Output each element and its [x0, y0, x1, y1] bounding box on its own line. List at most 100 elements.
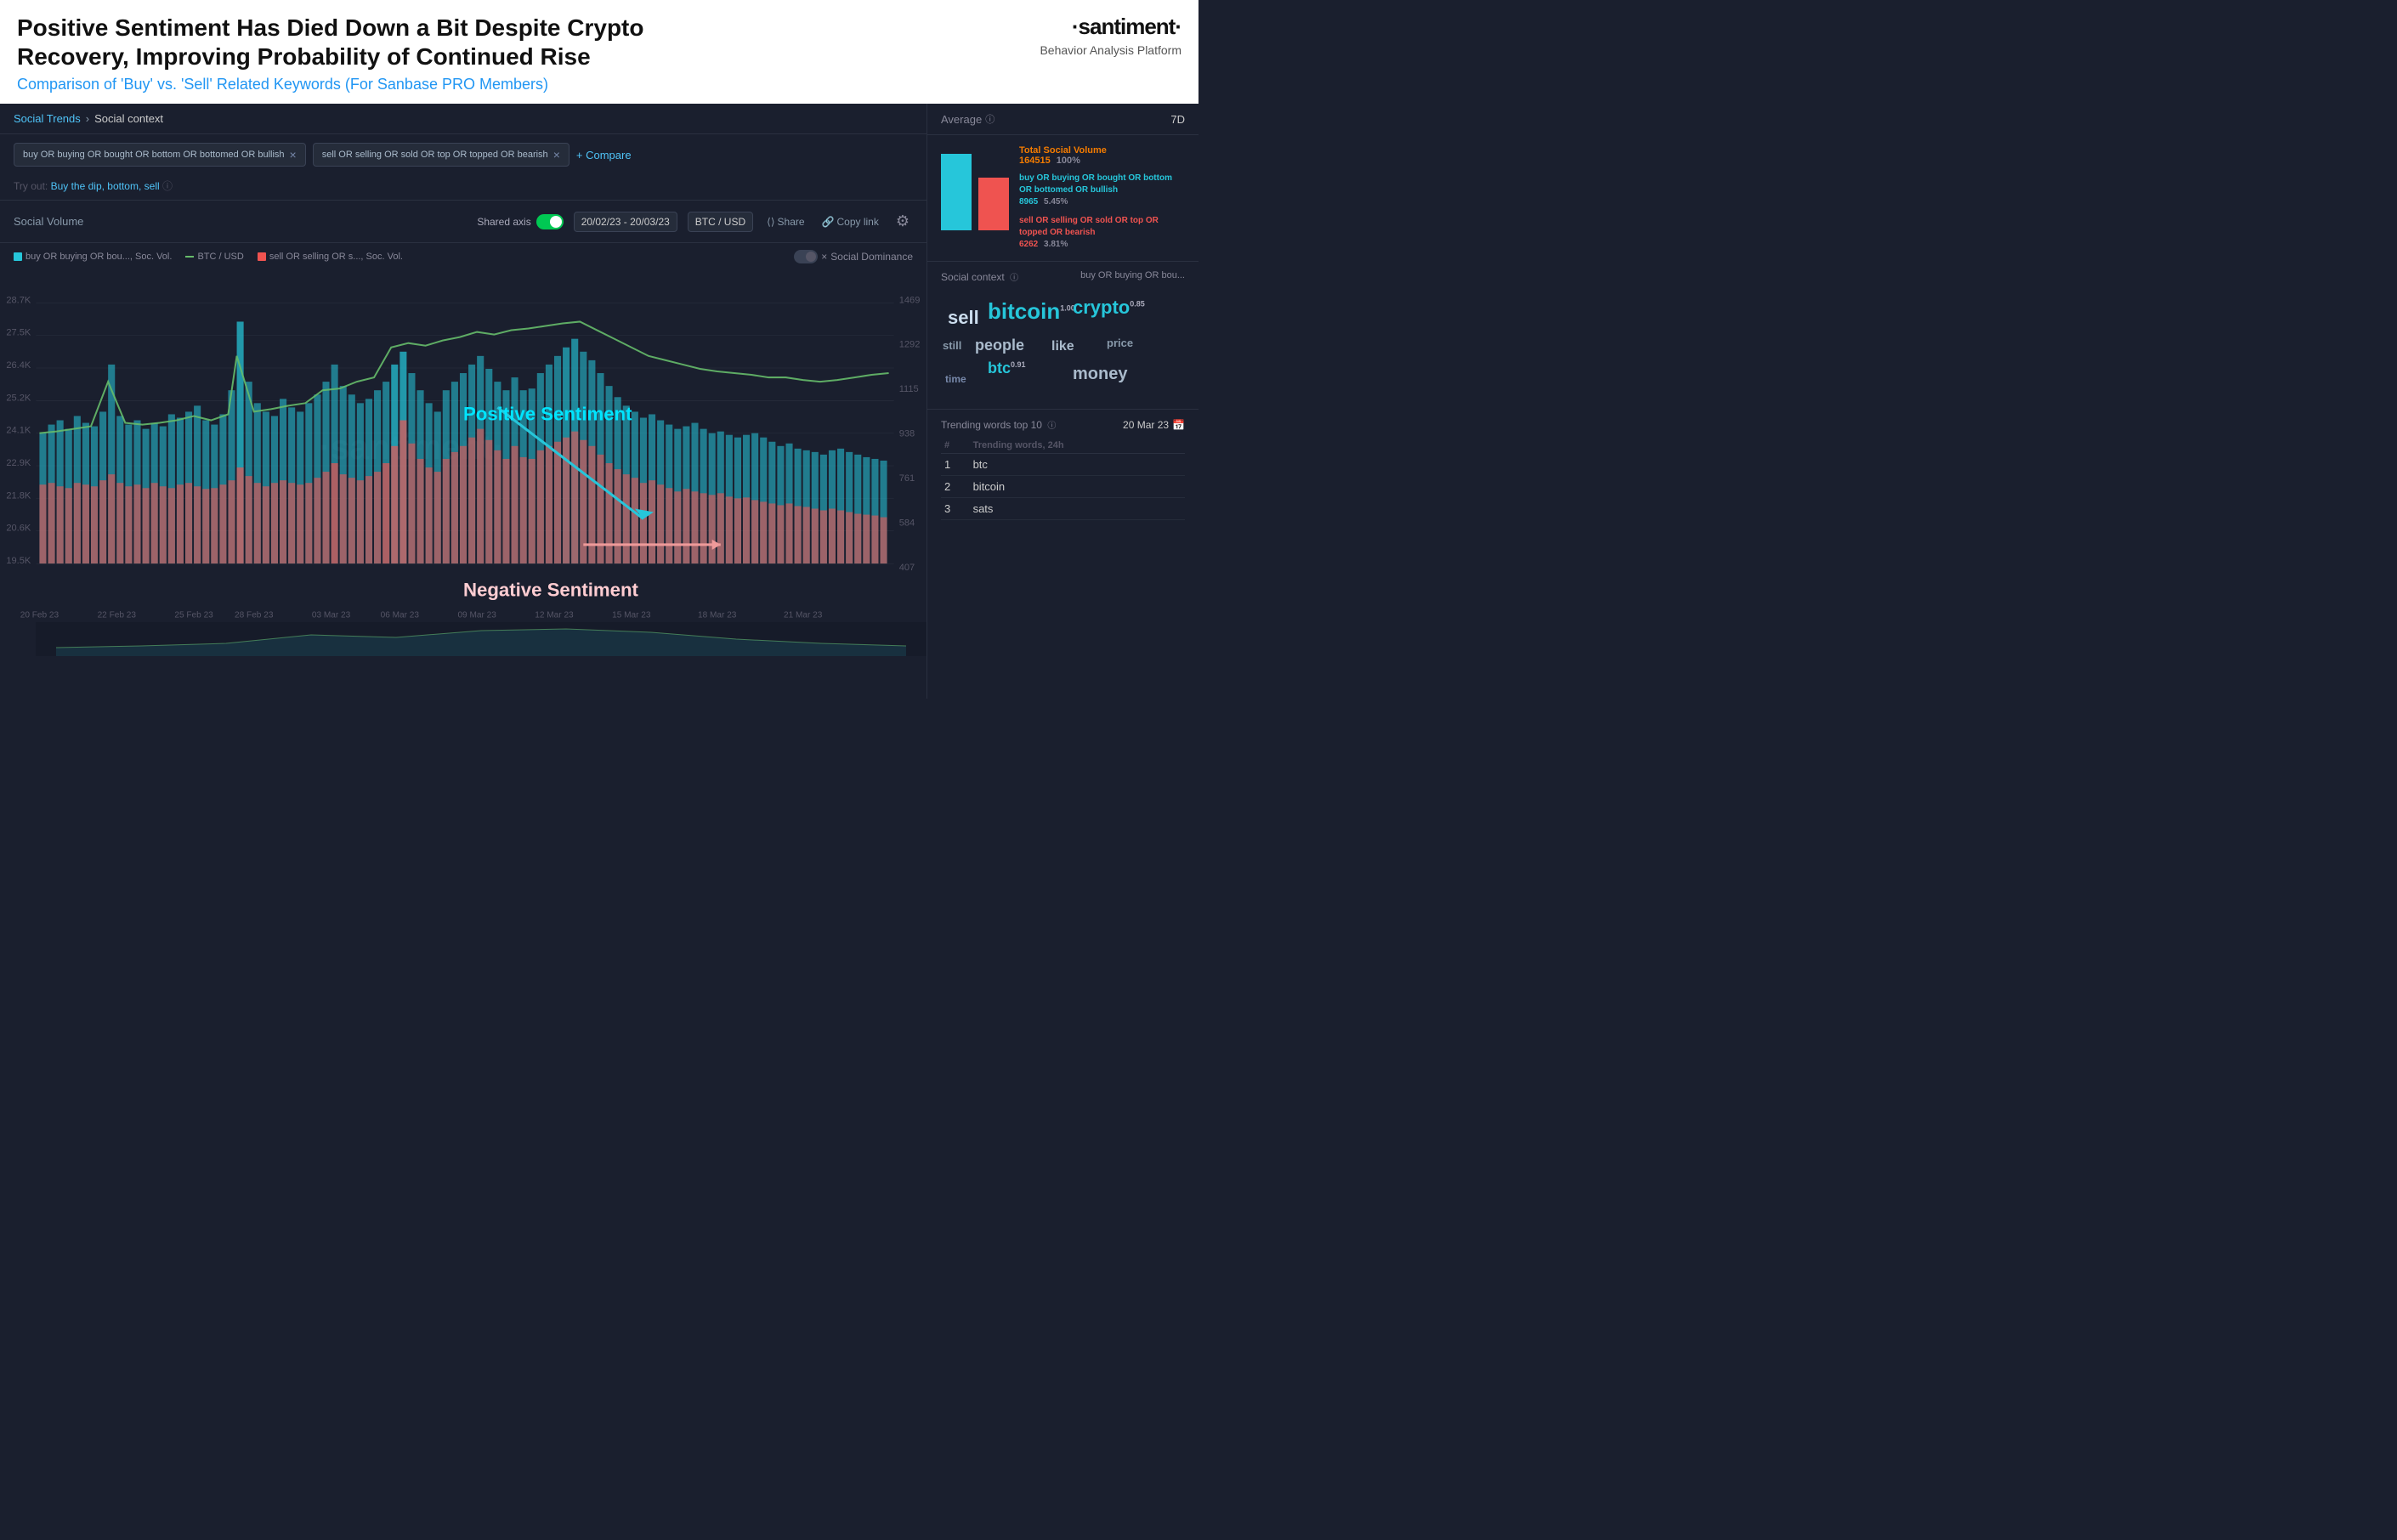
svg-text:1469: 1469 — [899, 295, 921, 305]
breadcrumb-root[interactable]: Social Trends — [14, 112, 81, 125]
share-label: Share — [778, 216, 805, 228]
shared-axis-toggle[interactable] — [536, 214, 564, 229]
word-still: still — [943, 339, 961, 352]
svg-text:407: 407 — [899, 563, 915, 573]
filter-tag-buy[interactable]: buy OR buying OR bought OR bottom OR bot… — [14, 143, 306, 167]
svg-text:1292: 1292 — [899, 340, 921, 350]
main-content: Social Trends › Social context buy OR bu… — [0, 104, 1198, 699]
svg-text:09 Mar 23: 09 Mar 23 — [457, 611, 496, 620]
legend-btc: BTC / USD — [185, 252, 243, 262]
compare-button[interactable]: + Compare — [576, 149, 632, 161]
word-people: people — [975, 337, 1024, 354]
svg-text:21.8K: 21.8K — [6, 491, 31, 501]
social-volume-label: Social Volume — [14, 215, 83, 228]
try-out-row: Try out: Buy the dip, bottom, sell ⓘ — [0, 175, 926, 200]
table-row: 2 bitcoin — [941, 476, 1185, 498]
period-label: 7D — [1170, 113, 1185, 126]
date-range-picker[interactable]: 20/02/23 - 20/03/23 — [574, 212, 677, 232]
mini-bar-chart — [941, 145, 1009, 230]
sell-bar — [978, 178, 1009, 230]
svg-text:12 Mar 23: 12 Mar 23 — [535, 611, 574, 620]
social-dominance-toggle[interactable]: × Social Dominance — [794, 250, 913, 263]
breadcrumb-separator: › — [86, 112, 89, 125]
filter-sell-text: sell OR selling OR sold OR top OR topped… — [322, 150, 548, 160]
buy-bar-icon — [14, 252, 22, 261]
btc-line-icon — [185, 256, 194, 258]
social-context-label: Social context ⓘ — [941, 270, 1018, 283]
social-context-section: Social context ⓘ buy OR buying OR bou...… — [927, 262, 1198, 410]
social-dominance-switch[interactable] — [794, 250, 818, 263]
trending-label: Trending words top 10 ⓘ — [941, 418, 1056, 431]
page-header: Positive Sentiment Has Died Down a Bit D… — [0, 0, 1198, 104]
subtitle: Comparison of 'Buy' vs. 'Sell' Related K… — [17, 76, 1182, 93]
svg-text:19.5K: 19.5K — [6, 556, 31, 566]
trending-info-icon: ⓘ — [1047, 422, 1056, 431]
trending-num: 3 — [941, 498, 970, 520]
table-row: 1 btc — [941, 454, 1185, 476]
chart-wrapper: 28.7K 27.5K 26.4K 25.2K 24.1K 22.9K 21.8… — [0, 270, 926, 656]
volume-bar-section: Total Social Volume 164515 100% buy OR b… — [927, 135, 1198, 262]
bar-labels: Total Social Volume 164515 100% buy OR b… — [1019, 145, 1185, 251]
filters-row: buy OR buying OR bought OR bottom OR bot… — [0, 134, 926, 175]
shared-axis-label: Shared axis — [477, 216, 530, 228]
svg-text:584: 584 — [899, 518, 915, 529]
legend-btc-label: BTC / USD — [197, 252, 243, 262]
svg-text:938: 938 — [899, 429, 915, 439]
try-out-prefix: Try out: — [14, 180, 48, 192]
svg-text:25.2K: 25.2K — [6, 393, 31, 404]
main-chart: 28.7K 27.5K 26.4K 25.2K 24.1K 22.9K 21.8… — [0, 279, 926, 622]
col-word: Trending words, 24h — [970, 438, 1185, 454]
legend-row: buy OR buying OR bou..., Soc. Vol. BTC /… — [0, 243, 926, 270]
svg-text:06 Mar 23: 06 Mar 23 — [381, 611, 420, 620]
word-sell: sell — [948, 307, 979, 329]
svg-text:18 Mar 23: 18 Mar 23 — [698, 611, 737, 620]
word-crypto: crypto0.85 — [1073, 297, 1145, 319]
svg-text:22 Feb 23: 22 Feb 23 — [98, 611, 137, 620]
trending-word: sats — [970, 498, 1185, 520]
word-btc: btc0.91 — [988, 360, 1026, 377]
brand-block: ·santiment· Behavior Analysis Platform — [1040, 14, 1182, 57]
trending-word: btc — [970, 454, 1185, 476]
svg-text:Negative Sentiment: Negative Sentiment — [463, 580, 639, 601]
word-price: price — [1107, 337, 1133, 349]
filter-sell-remove[interactable]: × — [553, 148, 560, 161]
word-bitcoin: bitcoin1.00 — [988, 298, 1075, 325]
svg-text:1115: 1115 — [899, 384, 919, 394]
try-out-link[interactable]: Buy the dip, bottom, sell — [51, 180, 160, 192]
sell-volume-label: sell OR selling OR sold OR top OR topped… — [1019, 215, 1185, 251]
shared-axis-control: Shared axis — [477, 214, 563, 229]
social-dominance-remove[interactable]: × — [821, 251, 827, 263]
filter-buy-remove[interactable]: × — [290, 148, 297, 161]
filter-tag-sell[interactable]: sell OR selling OR sold OR top OR topped… — [313, 143, 570, 167]
copy-link-label: Copy link — [837, 216, 879, 228]
buy-bar — [941, 154, 972, 230]
word-cloud: sell bitcoin1.00 crypto0.85 still people… — [941, 290, 1185, 400]
svg-text:20.6K: 20.6K — [6, 524, 31, 534]
svg-text:761: 761 — [899, 473, 915, 484]
svg-text:25 Feb 23: 25 Feb 23 — [174, 611, 213, 620]
calendar-icon[interactable]: 📅 — [1172, 419, 1185, 431]
sc-buy-label: buy OR buying OR bou... — [1080, 270, 1185, 283]
sell-bar-icon — [258, 252, 266, 261]
copy-link-button[interactable]: 🔗 Copy link — [819, 212, 882, 231]
pair-selector[interactable]: BTC / USD — [688, 212, 753, 232]
social-context-header: Social context ⓘ buy OR buying OR bou... — [941, 270, 1185, 283]
chart-area: Social Trends › Social context buy OR bu… — [0, 104, 926, 699]
total-volume-label: Total Social Volume 164515 100% — [1019, 145, 1185, 166]
controls-row: Social Volume Shared axis 20/02/23 - 20/… — [0, 200, 926, 243]
svg-text:21 Mar 23: 21 Mar 23 — [784, 611, 823, 620]
trending-table: # Trending words, 24h 1 btc 2 bitcoin 3 … — [941, 438, 1185, 520]
link-icon: 🔗 — [822, 216, 835, 228]
trending-date: 20 Mar 23 📅 — [1123, 419, 1185, 431]
trending-num: 1 — [941, 454, 970, 476]
settings-button[interactable]: ⚙ — [892, 209, 913, 234]
right-panel: Average ⓘ 7D Total Social Volume 164515 … — [926, 104, 1198, 699]
svg-text:26.4K: 26.4K — [6, 360, 31, 371]
filter-buy-text: buy OR buying OR bought OR bottom OR bot… — [23, 150, 285, 160]
try-out-info-icon: ⓘ — [162, 180, 173, 192]
share-button[interactable]: ⟨⟩ Share — [763, 212, 808, 231]
page-title: Positive Sentiment Has Died Down a Bit D… — [17, 14, 680, 71]
breadcrumb-current: Social context — [94, 112, 163, 125]
svg-text:28 Feb 23: 28 Feb 23 — [235, 611, 274, 620]
average-info-icon: ⓘ — [985, 112, 994, 126]
